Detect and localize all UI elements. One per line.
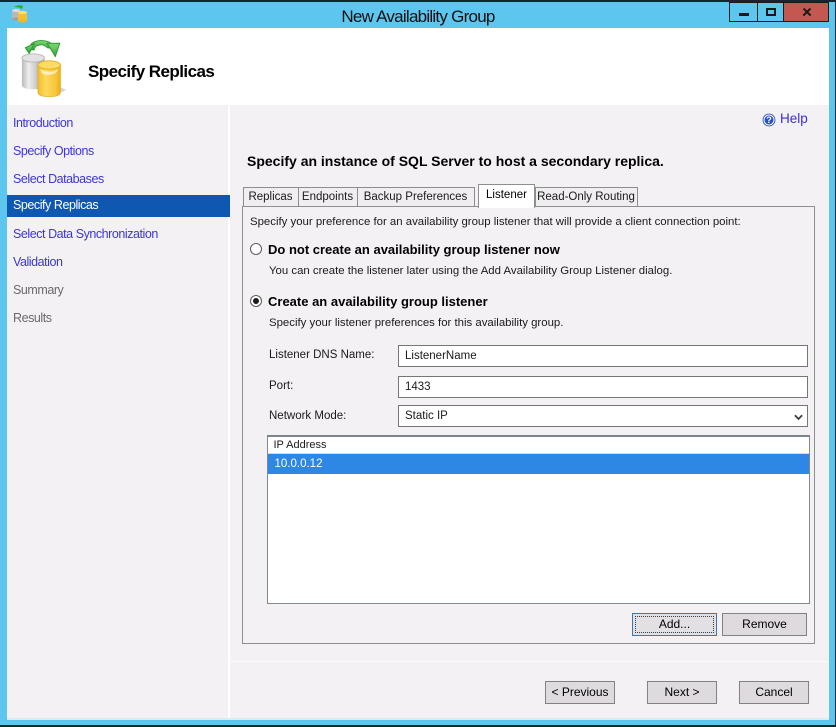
svg-text:?: ?: [766, 115, 772, 125]
